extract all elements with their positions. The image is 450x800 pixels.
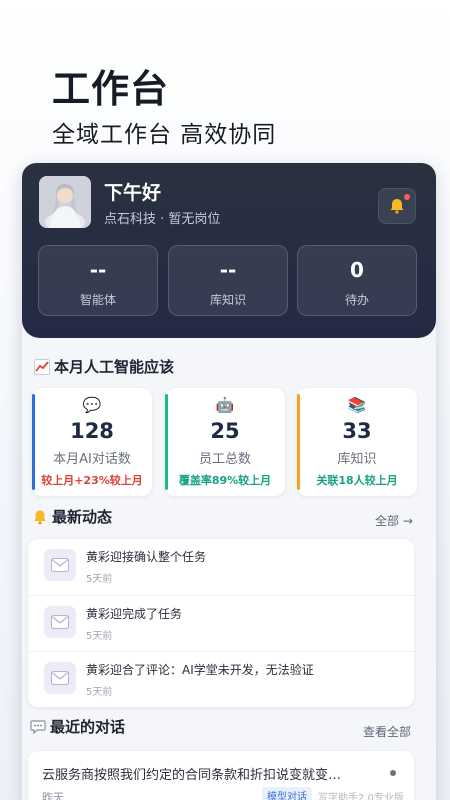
conversation-time: 昨天: [42, 791, 64, 800]
speech-bubble-icon: [30, 719, 46, 734]
mail-icon: [44, 662, 76, 694]
activity-view-all-link[interactable]: 全部 →: [375, 512, 413, 529]
metric-card-conversations[interactable]: 💬 128 本月AI对话数 较上月+23%较上月: [32, 388, 152, 496]
list-item[interactable]: 黄彩迎接确认整个任务 5天前: [28, 539, 414, 595]
metric-card-knowledge[interactable]: 📚 33 库知识 关联18人较上月: [297, 388, 417, 496]
metric-change: 覆盖率89%较上月: [178, 474, 272, 487]
stat-value: --: [89, 258, 107, 282]
section-title-text: 最近的对话: [50, 718, 126, 736]
stat-value: --: [219, 258, 237, 282]
bell-icon: [390, 199, 404, 214]
activity-text: 黄彩迎合了评论：AI学堂未开发，无法验证: [86, 663, 314, 677]
mail-icon: [44, 549, 76, 581]
metric-value: 25: [210, 419, 240, 443]
unread-dot: [390, 770, 396, 776]
accent-bar: [165, 394, 168, 490]
monthly-section-title: 本月人工智能应该: [34, 356, 174, 377]
activity-time: 5天前: [86, 574, 113, 585]
metric-change: 关联18人较上月: [316, 474, 398, 487]
notification-dot: [404, 194, 410, 200]
metric-card-employees[interactable]: 🤖 25 员工总数 覆盖率89%较上月: [165, 388, 285, 496]
org-info: 点石科技 · 暂无岗位: [104, 212, 221, 227]
header-panel: 下午好 点石科技 · 暂无岗位 -- 智能体 -- 库知识 0 待办: [22, 163, 436, 338]
metric-value: 128: [70, 419, 114, 443]
stat-todo[interactable]: 0 待办: [297, 245, 417, 316]
robot-icon: 🤖: [215, 396, 235, 414]
stat-label: 待办: [344, 293, 369, 307]
phone-screen: 下午好 点石科技 · 暂无岗位 -- 智能体 -- 库知识 0 待办 本月人工智…: [22, 163, 436, 800]
books-icon: 📚: [347, 396, 367, 414]
section-title-text: 最新动态: [52, 508, 113, 526]
metric-label: 库知识: [337, 452, 377, 467]
activity-time: 5天前: [86, 687, 113, 698]
activity-text: 黄彩迎接确认整个任务: [86, 550, 207, 564]
conversation-meta: 写字助手2.0专业版: [318, 793, 404, 800]
conversation-tag: 模型对话: [262, 787, 312, 800]
stat-label: 库知识: [209, 293, 246, 307]
metric-change: 较上月+23%较上月: [41, 474, 143, 487]
metric-value: 33: [342, 419, 372, 443]
notification-button[interactable]: [378, 188, 416, 224]
bell-icon: [34, 510, 46, 524]
conversation-title: 云服务商按照我们约定的合同条款和折扣说变就变…: [42, 768, 342, 783]
accent-bar: [32, 394, 35, 490]
hero-subtitle: 全域工作台 高效协同: [52, 122, 277, 148]
activity-section-title: 最新动态: [32, 506, 112, 527]
avatar[interactable]: [39, 176, 91, 228]
section-title-text: 本月人工智能应该: [54, 358, 175, 376]
stat-agents[interactable]: -- 智能体: [38, 245, 158, 316]
metric-label: 本月AI对话数: [53, 452, 131, 467]
list-item[interactable]: 黄彩迎完成了任务 5天前: [28, 595, 414, 651]
accent-bar: [297, 394, 300, 490]
list-item[interactable]: 黄彩迎合了评论：AI学堂未开发，无法验证 5天前: [28, 651, 414, 707]
conversations-section-title: 最近的对话: [30, 716, 125, 737]
activity-time: 5天前: [86, 631, 113, 642]
stat-knowledge[interactable]: -- 库知识: [168, 245, 288, 316]
hero-title: 工作台: [52, 67, 170, 111]
activity-text: 黄彩迎完成了任务: [86, 607, 183, 621]
metric-label: 员工总数: [198, 452, 251, 467]
stat-label: 智能体: [79, 293, 116, 307]
greeting: 下午好: [104, 182, 162, 204]
speech-bubble-icon: 💬: [82, 396, 102, 414]
stat-value: 0: [350, 258, 364, 282]
conversations-view-all-link[interactable]: 查看全部: [363, 723, 411, 740]
conversation-card[interactable]: 云服务商按照我们约定的合同条款和折扣说变就变… 昨天 模型对话 写字助手2.0专…: [28, 751, 414, 800]
activity-list: 黄彩迎接确认整个任务 5天前 黄彩迎完成了任务 5天前 黄彩迎合了评论：AI学堂…: [28, 539, 414, 707]
mail-icon: [44, 606, 76, 638]
chart-trend-icon: [34, 358, 50, 375]
